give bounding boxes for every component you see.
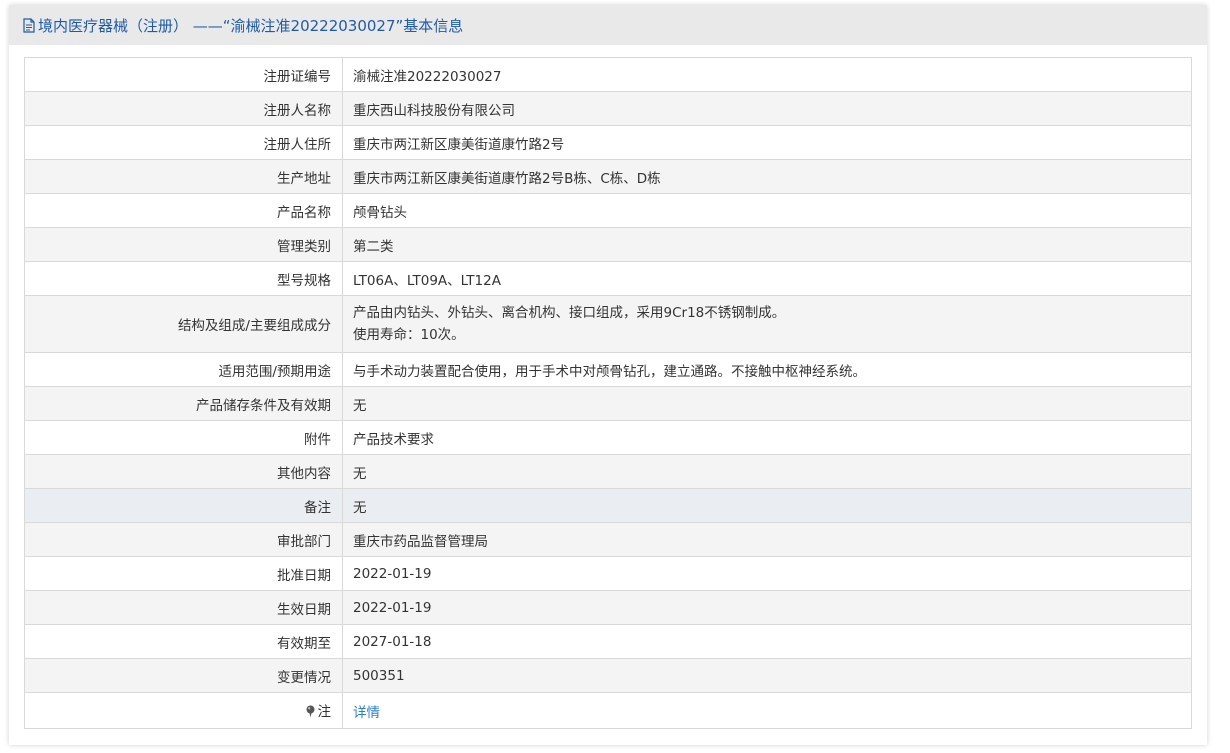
- row-value: 无: [342, 454, 1192, 489]
- row-value: 产品由内钻头、外钻头、离合机构、接口组成，采用9Cr18不锈钢制成。 使用寿命：…: [342, 295, 1192, 353]
- table-row: 型号规格 LT06A、LT09A、LT12A: [24, 261, 1192, 296]
- table-row: 批准日期 2022-01-19: [24, 556, 1192, 591]
- table-row: 产品名称 颅骨钻头: [24, 193, 1192, 228]
- row-value: 500351: [342, 658, 1192, 693]
- row-value: 2027-01-18: [342, 624, 1192, 659]
- row-value: 渝械注准20222030027: [342, 57, 1192, 92]
- info-panel: 境内医疗器械（注册） ——“渝械注准20222030027”基本信息 注册证编号…: [9, 5, 1207, 745]
- row-value: 颅骨钻头: [342, 193, 1192, 228]
- page-title: 境内医疗器械（注册） ——“渝械注准20222030027”基本信息: [38, 16, 464, 35]
- table-row: 注册人名称 重庆西山科技股份有限公司: [24, 91, 1192, 126]
- note-value-cell: 详情: [342, 692, 1192, 729]
- table-row: 审批部门 重庆市药品监督管理局: [24, 522, 1192, 557]
- row-label: 附件: [24, 420, 343, 455]
- table-row: 备注 无: [24, 488, 1192, 523]
- table-row: 变更情况 500351: [24, 658, 1192, 693]
- table-row: 适用范围/预期用途 与手术动力装置配合使用，用于手术中对颅骨钻孔，建立通路。不接…: [24, 352, 1192, 387]
- table-row: 产品储存条件及有效期 无: [24, 386, 1192, 421]
- info-table-wrapper: 注册证编号 渝械注准20222030027 注册人名称 重庆西山科技股份有限公司…: [24, 57, 1192, 729]
- note-label: 注: [317, 703, 332, 720]
- row-label: 产品名称: [24, 193, 343, 228]
- row-label: 备注: [24, 488, 343, 523]
- row-label: 产品储存条件及有效期: [24, 386, 343, 421]
- row-label: 批准日期: [24, 556, 343, 591]
- table-row: 生效日期 2022-01-19: [24, 590, 1192, 625]
- row-label: 有效期至: [24, 624, 343, 659]
- row-value: 无: [342, 488, 1192, 523]
- row-value: 重庆市两江新区康美街道康竹路2号B栋、C栋、D栋: [342, 159, 1192, 194]
- row-value-line: 产品由内钻头、外钻头、离合机构、接口组成，采用9Cr18不锈钢制成。: [353, 305, 786, 321]
- row-label: 结构及组成/主要组成成分: [24, 295, 343, 353]
- row-value: 重庆西山科技股份有限公司: [342, 91, 1192, 126]
- document-icon: [23, 17, 35, 33]
- row-value: 无: [342, 386, 1192, 421]
- table-row: 附件 产品技术要求: [24, 420, 1192, 455]
- row-value: 重庆市两江新区康美街道康竹路2号: [342, 125, 1192, 160]
- table-row: 有效期至 2027-01-18: [24, 624, 1192, 659]
- row-label: 管理类别: [24, 227, 343, 262]
- table-row: 管理类别 第二类: [24, 227, 1192, 262]
- row-label: 型号规格: [24, 261, 343, 296]
- row-value: 2022-01-19: [342, 590, 1192, 625]
- table-row: 注册证编号 渝械注准20222030027: [24, 57, 1192, 92]
- row-value: LT06A、LT09A、LT12A: [342, 261, 1192, 296]
- panel-header: 境内医疗器械（注册） ——“渝械注准20222030027”基本信息: [9, 5, 1207, 45]
- row-label: 注册人住所: [24, 125, 343, 160]
- table-row: 结构及组成/主要组成成分 产品由内钻头、外钻头、离合机构、接口组成，采用9Cr1…: [24, 295, 1192, 353]
- row-value: 与手术动力装置配合使用，用于手术中对颅骨钻孔，建立通路。不接触中枢神经系统。: [342, 352, 1192, 387]
- info-table: 注册证编号 渝械注准20222030027 注册人名称 重庆西山科技股份有限公司…: [24, 57, 1192, 729]
- row-value-line: 使用寿命：10次。: [353, 327, 465, 343]
- row-label: 注册人名称: [24, 91, 343, 126]
- table-row: 生产地址 重庆市两江新区康美街道康竹路2号B栋、C栋、D栋: [24, 159, 1192, 194]
- pin-icon: [305, 705, 316, 722]
- row-value: 重庆市药品监督管理局: [342, 522, 1192, 557]
- row-label: 注册证编号: [24, 57, 343, 92]
- row-label: 生产地址: [24, 159, 343, 194]
- table-row: 注 详情: [24, 692, 1192, 729]
- table-row: 注册人住所 重庆市两江新区康美街道康竹路2号: [24, 125, 1192, 160]
- row-label: 审批部门: [24, 522, 343, 557]
- table-row: 其他内容 无: [24, 454, 1192, 489]
- row-label: 变更情况: [24, 658, 343, 693]
- row-value: 2022-01-19: [342, 556, 1192, 591]
- note-label-cell: 注: [24, 692, 343, 729]
- row-label: 适用范围/预期用途: [24, 352, 343, 387]
- row-value: 产品技术要求: [342, 420, 1192, 455]
- row-label: 其他内容: [24, 454, 343, 489]
- row-label: 生效日期: [24, 590, 343, 625]
- row-value: 第二类: [342, 227, 1192, 262]
- details-link[interactable]: 详情: [353, 705, 380, 721]
